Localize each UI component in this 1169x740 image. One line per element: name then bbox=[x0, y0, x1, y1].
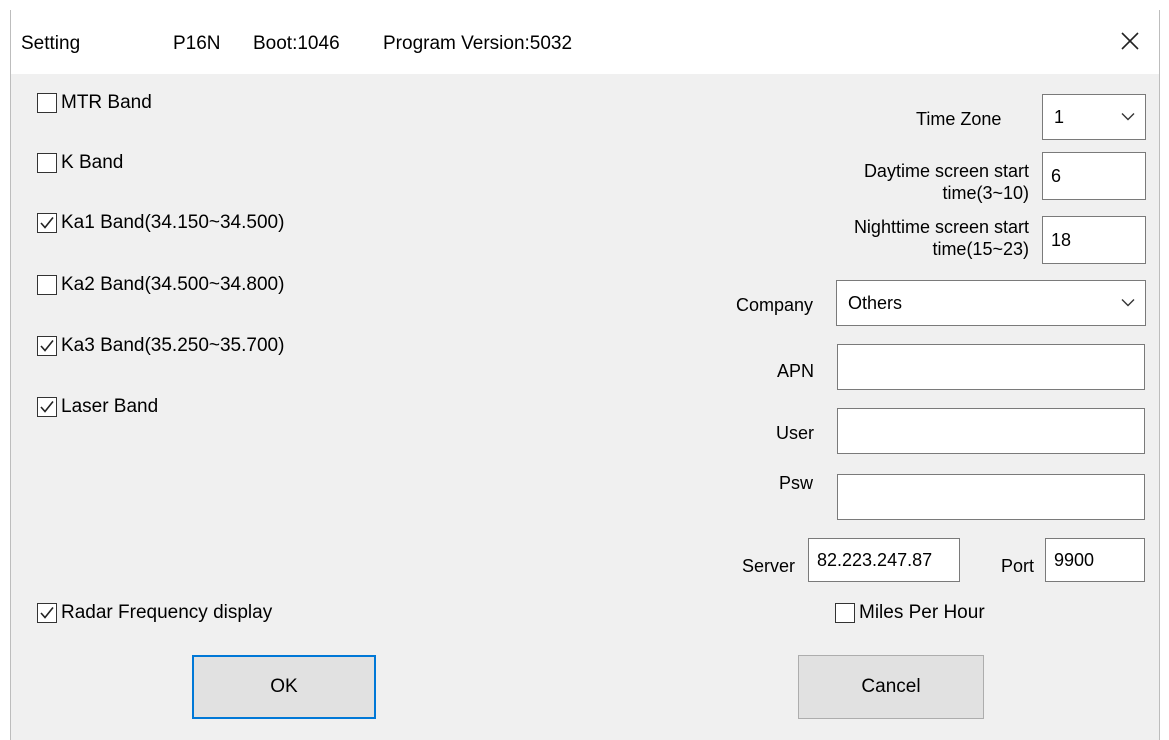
daytime-label: Daytime screen start time(3~10) bbox=[864, 160, 1029, 204]
ka1-band-checkbox[interactable]: Ka1 Band(34.150~34.500) bbox=[37, 211, 284, 235]
chevron-down-icon bbox=[1121, 113, 1135, 121]
radar-frequency-checkbox[interactable]: Radar Frequency display bbox=[37, 601, 272, 625]
check-icon bbox=[40, 217, 54, 229]
time-zone-value: 1 bbox=[1054, 107, 1065, 127]
time-zone-label: Time Zone bbox=[916, 109, 1002, 129]
daytime-label-line2: time(3~10) bbox=[942, 183, 1029, 203]
check-icon bbox=[40, 401, 54, 413]
close-button[interactable] bbox=[1099, 10, 1159, 74]
company-label: Company bbox=[736, 295, 814, 315]
checkbox-box[interactable] bbox=[37, 213, 57, 233]
port-label: Port bbox=[1001, 556, 1035, 576]
title-bar: Setting P16N Boot:1046 Program Version:5… bbox=[11, 10, 1159, 74]
user-label: User bbox=[776, 423, 815, 443]
window-title: Setting bbox=[21, 33, 81, 54]
company-select[interactable]: Others bbox=[836, 280, 1146, 326]
ka3-band-checkbox[interactable]: Ka3 Band(35.250~35.700) bbox=[37, 334, 284, 358]
settings-dialog: Setting P16N Boot:1046 Program Version:5… bbox=[10, 10, 1160, 740]
miles-per-hour-checkbox[interactable]: Miles Per Hour bbox=[835, 601, 985, 625]
mtr-band-checkbox[interactable]: MTR Band bbox=[37, 91, 152, 115]
checkbox-box[interactable] bbox=[37, 275, 57, 295]
checkbox-box[interactable] bbox=[37, 336, 57, 356]
nighttime-start-input[interactable] bbox=[1042, 216, 1146, 264]
company-value: Others bbox=[848, 293, 903, 313]
password-input[interactable] bbox=[837, 474, 1145, 520]
close-icon bbox=[1121, 32, 1139, 50]
ka1-band-label: Ka1 Band(34.150~34.500) bbox=[61, 212, 285, 233]
apn-label: APN bbox=[777, 361, 815, 381]
nighttime-label: Nighttime screen start time(15~23) bbox=[854, 216, 1029, 260]
laser-band-label: Laser Band bbox=[61, 396, 159, 417]
server-input[interactable] bbox=[808, 538, 960, 582]
model-label: P16N bbox=[173, 33, 221, 54]
daytime-label-line1: Daytime screen start bbox=[863, 161, 1029, 181]
cancel-button[interactable]: Cancel bbox=[798, 655, 984, 719]
checkbox-box[interactable] bbox=[37, 397, 57, 417]
ka3-band-label: Ka3 Band(35.250~35.700) bbox=[61, 335, 285, 356]
k-band-label: K Band bbox=[61, 152, 124, 173]
daytime-start-input[interactable] bbox=[1042, 152, 1146, 200]
program-version-label: Program Version:5032 bbox=[383, 33, 573, 54]
checkbox-box[interactable] bbox=[37, 153, 57, 173]
k-band-checkbox[interactable]: K Band bbox=[37, 151, 123, 175]
psw-label: Psw bbox=[779, 473, 814, 493]
chevron-down-icon bbox=[1121, 299, 1135, 307]
checkbox-box[interactable] bbox=[37, 93, 57, 113]
nighttime-label-line1: Nighttime screen start bbox=[853, 217, 1029, 237]
port-input[interactable] bbox=[1045, 538, 1145, 582]
miles-per-hour-label: Miles Per Hour bbox=[859, 602, 985, 623]
check-icon bbox=[40, 607, 54, 619]
check-icon bbox=[40, 340, 54, 352]
ok-button[interactable]: OK bbox=[192, 655, 376, 719]
checkbox-box[interactable] bbox=[835, 603, 855, 623]
boot-label: Boot:1046 bbox=[253, 33, 340, 54]
apn-input[interactable] bbox=[837, 344, 1145, 390]
ka2-band-label: Ka2 Band(34.500~34.800) bbox=[61, 274, 285, 295]
checkbox-box[interactable] bbox=[37, 603, 57, 623]
ka2-band-checkbox[interactable]: Ka2 Band(34.500~34.800) bbox=[37, 273, 284, 297]
laser-band-checkbox[interactable]: Laser Band bbox=[37, 395, 158, 419]
server-label: Server bbox=[742, 556, 796, 576]
time-zone-select[interactable]: 1 bbox=[1042, 94, 1146, 140]
nighttime-label-line2: time(15~23) bbox=[932, 239, 1029, 259]
mtr-band-label: MTR Band bbox=[61, 92, 152, 113]
user-input[interactable] bbox=[837, 408, 1145, 454]
radar-frequency-label: Radar Frequency display bbox=[61, 602, 273, 623]
